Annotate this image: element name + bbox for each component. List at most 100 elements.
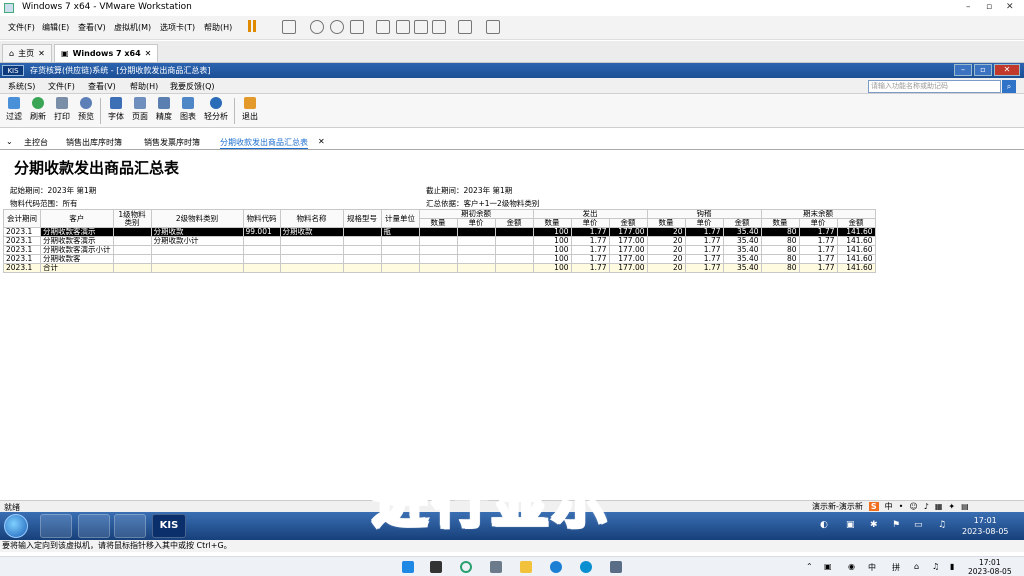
restore-icon[interactable]: ▫ — [974, 64, 992, 76]
table-cell[interactable]: 80 — [760, 245, 800, 255]
punctuation-icon[interactable]: • — [899, 502, 904, 511]
table-cell[interactable]: 瓶 — [380, 227, 420, 237]
search-icon[interactable]: ⌕ — [1002, 80, 1016, 93]
table-cell[interactable] — [279, 236, 344, 246]
table-cell[interactable]: 100 — [532, 263, 572, 273]
table-cell[interactable]: 35.40 — [722, 227, 762, 237]
table-cell[interactable]: 20 — [646, 227, 686, 237]
table-cell[interactable] — [380, 254, 420, 264]
table-cell[interactable] — [418, 263, 458, 273]
table-cell[interactable] — [494, 245, 534, 255]
col-customer[interactable]: 客户 — [40, 209, 114, 228]
col-opening-qty[interactable]: 数量 — [418, 218, 458, 228]
table-cell[interactable]: 177.00 — [608, 236, 648, 246]
table-cell[interactable]: 1.77 — [798, 254, 838, 264]
mic-icon[interactable]: ♪ — [924, 502, 929, 511]
menu-edit[interactable]: 编辑(E) — [42, 22, 69, 33]
col-period[interactable]: 会计期间 — [3, 209, 41, 228]
tray-app-icon[interactable]: ▣ — [824, 562, 832, 571]
ie-taskbar-icon[interactable] — [40, 514, 72, 538]
table-cell[interactable]: 177.00 — [608, 227, 648, 237]
table-cell[interactable] — [150, 263, 244, 273]
emoji-icon[interactable]: ☺ — [909, 502, 917, 511]
table-cell[interactable] — [380, 236, 420, 246]
menu-file[interactable]: 文件(F) — [8, 22, 35, 33]
table-cell[interactable] — [418, 245, 458, 255]
close-icon[interactable]: ✕ — [1006, 2, 1014, 12]
maximize-icon[interactable]: ▫ — [986, 2, 992, 12]
tray-battery-icon[interactable]: ▮ — [950, 562, 954, 571]
table-cell[interactable]: 分期收款客演示 — [40, 227, 114, 237]
table-cell[interactable] — [242, 263, 281, 273]
tab-windows7[interactable]: ▣ Windows 7 x64 ✕ — [54, 44, 159, 62]
table-cell[interactable] — [456, 227, 496, 237]
preview-button[interactable]: 预览 — [72, 97, 100, 122]
table-cell[interactable]: 分期收款 — [279, 227, 344, 237]
exit-button[interactable]: 退出 — [236, 97, 264, 122]
table-cell[interactable]: 1.77 — [798, 263, 838, 273]
table-cell[interactable] — [494, 236, 534, 246]
table-cell[interactable] — [150, 245, 244, 255]
table-cell[interactable]: 1.77 — [684, 254, 724, 264]
tray-flag-icon[interactable]: ⚑ — [892, 520, 900, 530]
table-cell[interactable]: 2023.1 — [3, 254, 41, 264]
table-row[interactable]: 2023.1 分期收款客演示 分期收款小计 100 1.77 177.00 20 1.77 35… — [3, 236, 876, 246]
table-cell[interactable] — [150, 254, 244, 264]
minimize-icon[interactable]: – — [966, 2, 971, 12]
menu-tabs[interactable]: 选项卡(T) — [160, 22, 195, 33]
table-cell[interactable]: 99.001 — [242, 227, 281, 237]
col-closing[interactable]: 期末余额 — [760, 209, 876, 219]
table-cell[interactable] — [112, 227, 152, 237]
task-view-icon[interactable] — [430, 561, 442, 573]
table-cell[interactable]: 141.60 — [836, 263, 876, 273]
menu-view[interactable]: 查看(V) — [88, 81, 116, 92]
table-cell[interactable]: 1.77 — [570, 236, 610, 246]
col-settled-qty[interactable]: 数量 — [646, 218, 686, 228]
table-cell[interactable]: 1.77 — [570, 245, 610, 255]
table-cell[interactable]: 100 — [532, 245, 572, 255]
explorer-taskbar-icon[interactable] — [78, 514, 110, 538]
table-cell[interactable] — [242, 254, 281, 264]
table-cell[interactable] — [112, 263, 152, 273]
function-search-input[interactable]: 请输入功能名称或助记码 — [868, 80, 1001, 93]
table-cell[interactable]: 100 — [532, 236, 572, 246]
sidebar-toggle-icon[interactable] — [376, 20, 390, 34]
col-closing-qty[interactable]: 数量 — [760, 218, 800, 228]
table-cell[interactable] — [456, 254, 496, 264]
table-cell[interactable] — [418, 254, 458, 264]
table-cell[interactable] — [342, 254, 382, 264]
table-cell[interactable]: 20 — [646, 263, 686, 273]
menu-feedback[interactable]: 我要反馈(Q) — [170, 81, 215, 92]
table-cell[interactable] — [342, 245, 382, 255]
col-shipped-amount[interactable]: 金额 — [608, 218, 648, 228]
tray-volume-icon[interactable]: ♫ — [938, 520, 946, 530]
nav-console[interactable]: 主控台 — [24, 137, 48, 148]
table-cell[interactable] — [456, 236, 496, 246]
kis-taskbar-icon[interactable]: KIS — [152, 514, 186, 538]
col-opening[interactable]: 期初余额 — [418, 209, 534, 219]
table-cell[interactable]: 35.40 — [722, 245, 762, 255]
table-cell[interactable]: 20 — [646, 245, 686, 255]
search-icon[interactable] — [460, 561, 472, 573]
fullscreen-icon[interactable] — [414, 20, 428, 34]
keyboard-icon[interactable]: ▦ — [935, 502, 943, 511]
col-cat2[interactable]: 2级物料类别 — [150, 209, 244, 228]
menu-file[interactable]: 文件(F) — [48, 81, 75, 92]
pause-icon[interactable] — [248, 20, 262, 34]
table-cell[interactable]: 80 — [760, 227, 800, 237]
table-cell[interactable] — [494, 254, 534, 264]
table-cell[interactable] — [279, 254, 344, 264]
table-cell[interactable]: 1.77 — [684, 263, 724, 273]
table-cell[interactable] — [342, 263, 382, 273]
send-ctrl-alt-del-icon[interactable] — [282, 20, 296, 34]
col-spec[interactable]: 规格型号 — [342, 209, 382, 228]
col-settled-price[interactable]: 单价 — [684, 218, 724, 228]
table-cell[interactable]: 177.00 — [608, 254, 648, 264]
calculator-icon[interactable] — [490, 561, 502, 573]
table-cell[interactable]: 80 — [760, 254, 800, 264]
table-cell[interactable]: 141.60 — [836, 254, 876, 264]
close-icon[interactable]: ✕ — [994, 64, 1020, 76]
table-cell[interactable]: 1.77 — [684, 236, 724, 246]
close-icon[interactable]: ✕ — [145, 49, 152, 58]
menu-vm[interactable]: 虚拟机(M) — [114, 22, 151, 33]
